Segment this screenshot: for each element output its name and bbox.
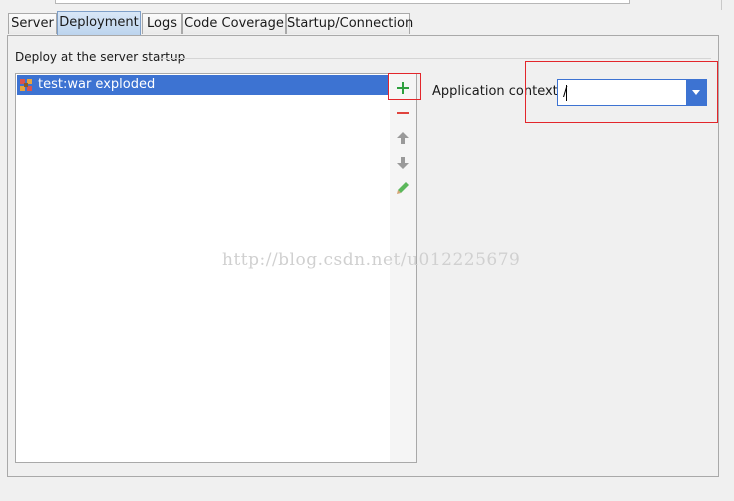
add-button-highlight xyxy=(388,73,421,100)
tab-code-coverage[interactable]: Code Coverage xyxy=(182,13,286,34)
artifact-label: test:war exploded xyxy=(38,77,156,92)
edit-icon[interactable] xyxy=(395,180,411,196)
panel-edge xyxy=(721,0,722,10)
move-up-icon[interactable] xyxy=(395,130,411,146)
tab-logs[interactable]: Logs xyxy=(142,13,182,34)
watermark: http://blog.csdn.net/u012225679 xyxy=(222,250,521,270)
tab-server[interactable]: Server xyxy=(8,13,57,34)
tab-deployment[interactable]: Deployment xyxy=(57,11,141,35)
tab-startup-connection[interactable]: Startup/Connection xyxy=(286,13,413,34)
group-label: Deploy at the server startup xyxy=(15,50,186,64)
move-down-icon[interactable] xyxy=(395,155,411,171)
context-highlight xyxy=(525,61,718,123)
war-artifact-icon xyxy=(20,79,32,91)
list-item[interactable]: test:war exploded xyxy=(17,75,389,95)
top-text-field[interactable] xyxy=(55,0,630,4)
remove-icon[interactable] xyxy=(395,105,411,121)
group-separator xyxy=(160,58,711,59)
